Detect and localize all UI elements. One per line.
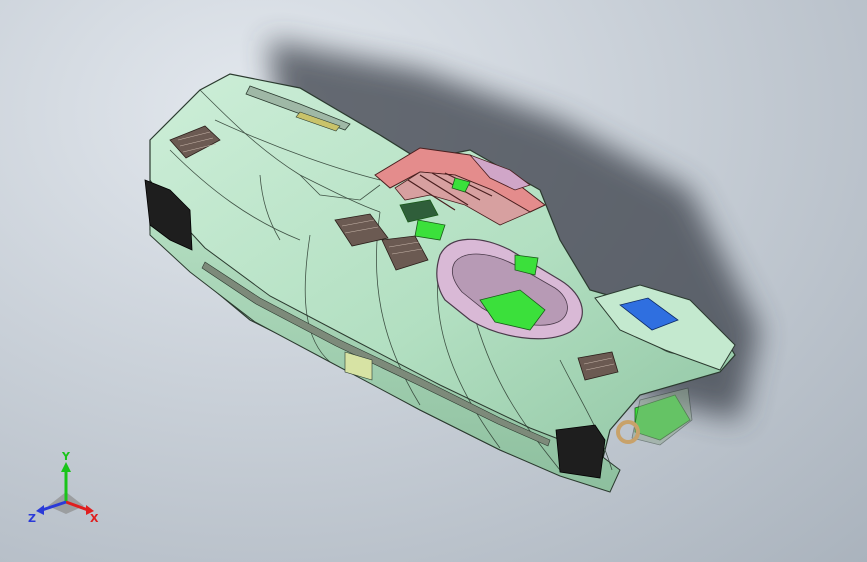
- z-axis-arrow: [36, 505, 44, 515]
- right-speaker-grille: [555, 424, 606, 479]
- x-axis-label: X: [90, 512, 99, 525]
- glovebox-actuator: [631, 387, 693, 446]
- y-axis-label: Y: [61, 450, 71, 463]
- dashboard-3d-model[interactable]: [0, 0, 867, 562]
- z-axis-label: Z: [28, 512, 36, 525]
- graphics-viewport[interactable]: Y X Z: [0, 0, 867, 562]
- y-axis-arrow: [61, 462, 71, 472]
- orientation-triad[interactable]: Y X Z: [26, 448, 106, 528]
